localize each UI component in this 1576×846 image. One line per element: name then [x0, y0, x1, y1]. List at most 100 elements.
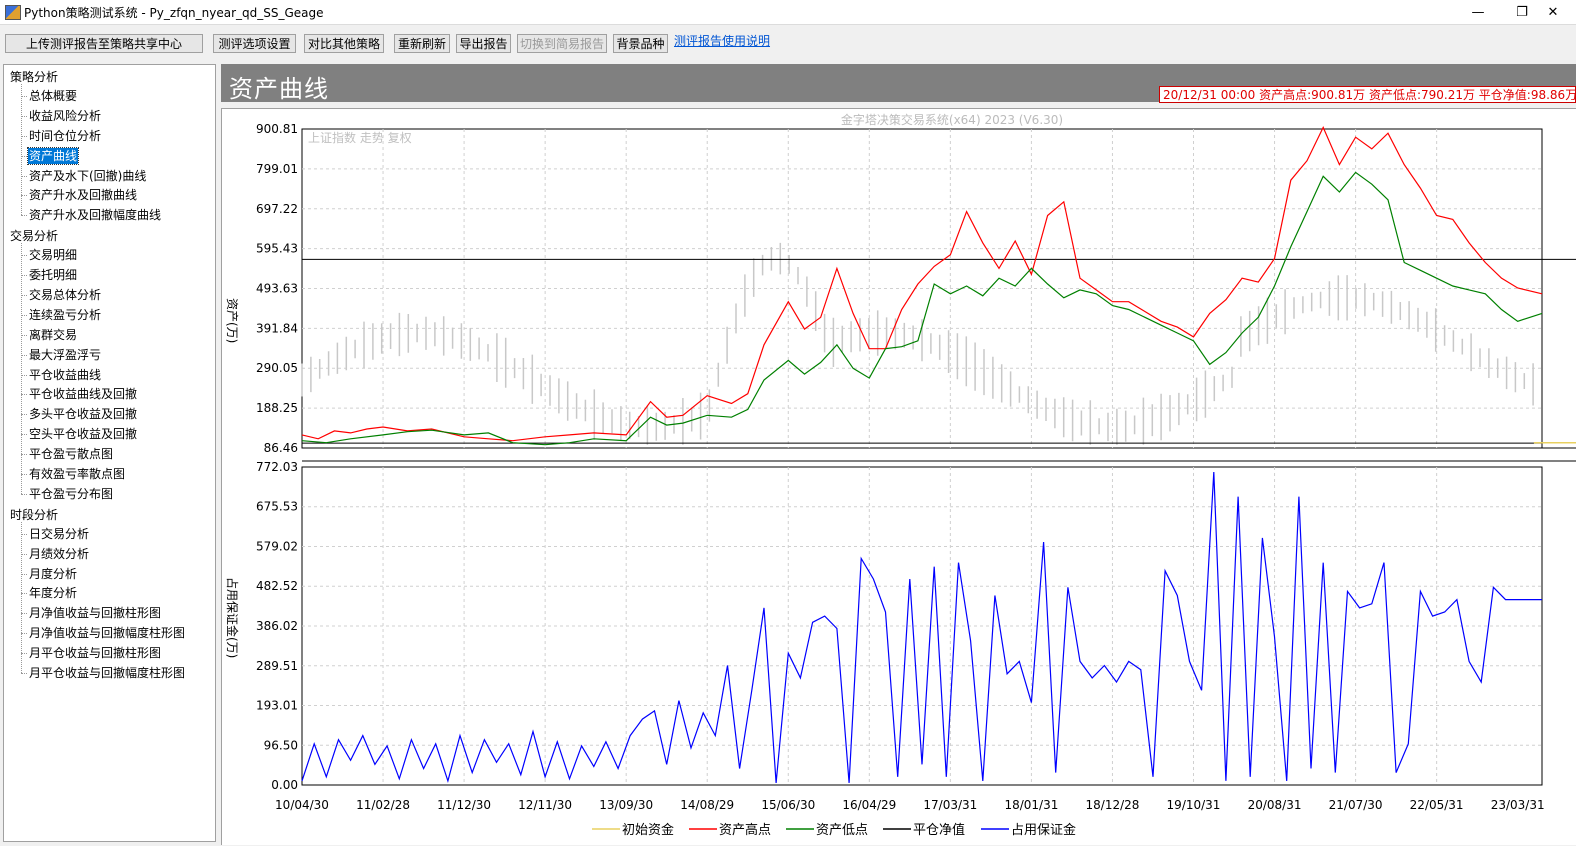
refresh-button[interactable]: 重新刷新 — [394, 34, 450, 53]
x-tick-label: 23/03/31 — [1491, 798, 1545, 812]
y-tick-label: 391.84 — [256, 321, 298, 335]
tree-item[interactable]: 平仓收益曲线及回撤 — [28, 386, 138, 402]
tree-item[interactable]: 总体概要 — [28, 88, 78, 104]
tree-item[interactable]: 月绩效分析 — [28, 546, 90, 562]
asset-chart[interactable]: 金字塔决策交易系统(x64) 2023 (V6.30) 上证指数 走势 复权 900… — [222, 109, 1576, 846]
tree-item[interactable]: 最大浮盈浮亏 — [28, 347, 102, 363]
crosshair-info: 20/12/31 00:00 资产高点:900.81万 资产低点:790.21万… — [1159, 86, 1576, 103]
tree-connector — [21, 493, 27, 495]
tree-connector — [21, 521, 22, 673]
tree-item[interactable]: 资产及水下(回撤)曲线 — [28, 168, 147, 184]
tree-item[interactable]: 离群交易 — [28, 327, 78, 343]
tree-item[interactable]: 日交易分析 — [28, 526, 90, 542]
tree-item[interactable]: 多头平仓收益及回撤 — [28, 406, 138, 422]
y-tick-label: 0.00 — [271, 778, 298, 792]
tree-item[interactable]: 月度分析 — [28, 566, 78, 582]
y-tick-label: 493.63 — [256, 282, 298, 296]
tree-group[interactable]: 策略分析 — [10, 68, 58, 85]
tree-item[interactable]: 年度分析 — [28, 585, 78, 601]
y-tick-label: 193.01 — [256, 698, 298, 712]
y-tick-label: 290.05 — [256, 361, 298, 375]
options-button[interactable]: 测评选项设置 — [213, 34, 296, 53]
tree-item[interactable]: 空头平仓收益及回撤 — [28, 426, 138, 442]
background-symbol-button[interactable]: 背景品种 — [613, 34, 668, 53]
tree-item[interactable]: 资产升水及回撤幅度曲线 — [28, 207, 162, 223]
x-tick-label: 22/05/31 — [1410, 798, 1464, 812]
x-tick-label: 14/08/29 — [680, 798, 734, 812]
x-tick-label: 20/08/31 — [1248, 798, 1302, 812]
legend-label: 资产低点 — [816, 823, 868, 838]
x-tick-label: 11/02/28 — [356, 798, 410, 812]
y-tick-label: 96.50 — [264, 738, 298, 752]
series-line-margin — [301, 471, 1542, 784]
tree-item[interactable]: 委托明细 — [28, 267, 78, 283]
y-tick-label: 900.81 — [256, 122, 298, 136]
title-bar: Python策略测试系统 - Py_zfqn_nyear_qd_SS_Geage… — [0, 0, 1576, 25]
simple-report-button[interactable]: 切换到简易报告 — [517, 34, 607, 53]
tree-item[interactable]: 月净值收益与回撤幅度柱形图 — [28, 625, 186, 641]
y-axis-title: 占用保证金(万) — [225, 577, 240, 658]
tree-item[interactable]: 连续盈亏分析 — [28, 307, 102, 323]
legend-label: 初始资金 — [622, 822, 674, 838]
x-tick-label: 15/06/30 — [761, 798, 815, 812]
tree-item[interactable]: 时间仓位分析 — [28, 128, 102, 144]
sidebar-tree: 策略分析总体概要收益风险分析 时间仓位分析 资产曲线资产及水下(回撤)曲线 资产升水及… — [3, 64, 216, 842]
y-axis-title: 资产(万) — [225, 298, 239, 343]
y-tick-label: 386.02 — [256, 619, 298, 633]
y-tick-label: 675.53 — [256, 500, 298, 514]
panel-title: 资产曲线 — [229, 75, 329, 103]
x-tick-label: 13/09/30 — [599, 798, 653, 812]
background-symbol-label: 上证指数 走势 复权 — [308, 130, 412, 145]
tree-group[interactable]: 交易分析 — [10, 227, 58, 244]
tree-item[interactable]: 收益风险分析 — [28, 108, 102, 124]
background-index-bars — [301, 242, 1534, 445]
tree-item[interactable]: 资产升水及回撤曲线 — [28, 187, 138, 203]
x-tick-label: 18/01/31 — [1004, 798, 1058, 812]
x-tick-label: 21/07/30 — [1329, 798, 1383, 812]
tree-item[interactable]: 资产曲线 — [26, 146, 80, 165]
legend-label: 资产高点 — [719, 822, 771, 838]
tree-connector — [21, 84, 22, 216]
chart-watermark: 金字塔决策交易系统(x64) 2023 (V6.30) — [841, 112, 1063, 127]
app-icon — [5, 5, 21, 20]
y-tick-label: 697.22 — [256, 202, 298, 216]
chart-area[interactable]: 金字塔决策交易系统(x64) 2023 (V6.30) 上证指数 走势 复权 900… — [221, 108, 1576, 845]
tree-item[interactable]: 平仓盈亏分布图 — [28, 486, 114, 502]
tree-item[interactable]: 平仓收益曲线 — [28, 367, 102, 383]
y-tick-label: 772.03 — [256, 460, 298, 474]
toolbar: 上传测评报告至策略共享中心 测评选项设置 对比其他策略 重新刷新 导出报告 切换… — [0, 25, 1576, 62]
x-tick-label: 18/12/28 — [1086, 798, 1140, 812]
upload-report-button[interactable]: 上传测评报告至策略共享中心 — [5, 34, 203, 53]
x-tick-label: 11/12/30 — [437, 798, 491, 812]
x-tick-label: 17/03/31 — [923, 798, 977, 812]
tree-connector — [21, 243, 22, 494]
y-tick-label: 86.46 — [264, 441, 298, 455]
x-tick-label: 19/10/31 — [1167, 798, 1221, 812]
close-button[interactable]: ✕ — [1530, 0, 1576, 24]
help-link[interactable]: 测评报告使用说明 — [674, 32, 770, 49]
tree-item[interactable]: 月净值收益与回撤柱形图 — [28, 605, 162, 621]
export-button[interactable]: 导出报告 — [456, 34, 511, 53]
tree-group[interactable]: 时段分析 — [10, 506, 58, 523]
y-tick-label: 188.25 — [256, 401, 298, 415]
tree-connector — [21, 215, 27, 217]
tree-item[interactable]: 月平仓收益与回撤柱形图 — [28, 645, 162, 661]
y-tick-label: 579.02 — [256, 540, 298, 554]
y-tick-label: 482.52 — [256, 579, 298, 593]
tree-item[interactable]: 有效盈亏率散点图 — [28, 466, 126, 482]
x-tick-label: 10/04/30 — [275, 798, 329, 812]
tree-item[interactable]: 月平仓收益与回撤幅度柱形图 — [28, 665, 186, 681]
tree-item[interactable]: 交易明细 — [28, 247, 78, 263]
x-tick-label: 12/11/30 — [518, 798, 572, 812]
y-tick-label: 595.43 — [256, 242, 298, 256]
y-tick-label: 799.01 — [256, 162, 298, 176]
window-title: Python策略测试系统 - Py_zfqn_nyear_qd_SS_Geage — [24, 6, 324, 20]
minimize-button[interactable]: — — [1455, 0, 1501, 24]
legend-label: 占用保证金 — [1011, 822, 1076, 838]
tree-item[interactable]: 平仓盈亏散点图 — [28, 446, 114, 462]
y-tick-label: 289.51 — [256, 659, 298, 673]
tree-item[interactable]: 交易总体分析 — [28, 287, 102, 303]
compare-button[interactable]: 对比其他策略 — [304, 34, 384, 53]
legend-label: 平仓净值 — [913, 822, 965, 838]
tree-connector — [21, 673, 27, 674]
